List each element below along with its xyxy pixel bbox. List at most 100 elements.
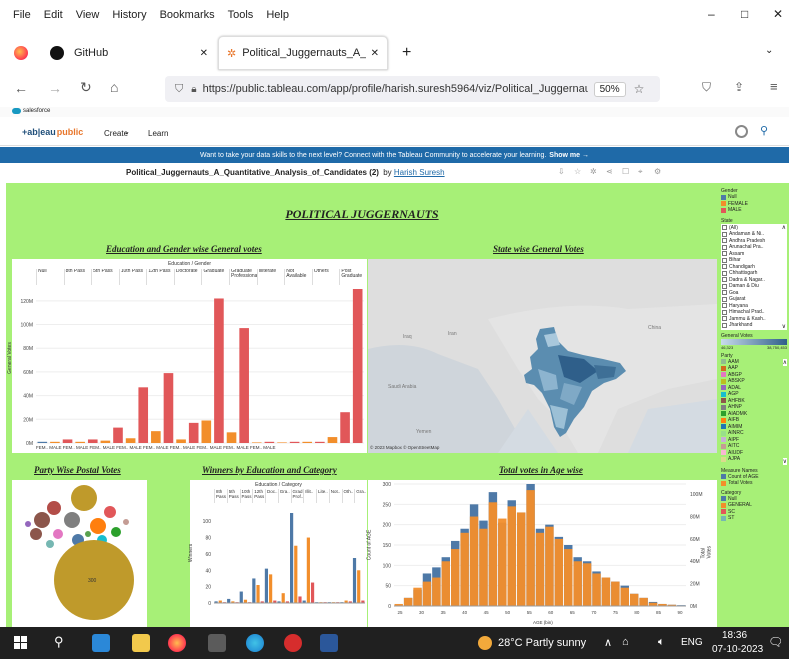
minimize-button[interactable]: –: [708, 7, 715, 21]
menu-help[interactable]: Help: [262, 9, 293, 21]
edu-bar[interactable]: [75, 441, 85, 443]
party-legend-item[interactable]: ABSKP: [721, 378, 747, 385]
edu-bar[interactable]: [113, 427, 123, 443]
winners-bar[interactable]: [269, 574, 273, 603]
banner-link[interactable]: Show me →: [549, 152, 589, 159]
p-app-icon[interactable]: [284, 634, 302, 652]
bookmark-star-icon[interactable]: ☆: [634, 82, 645, 96]
notification-icon[interactable]: 🗨︎: [768, 635, 783, 649]
hamburger-menu-icon[interactable]: ≡: [770, 79, 778, 94]
age-bar-votes[interactable]: [441, 561, 451, 606]
checkbox-icon[interactable]: [722, 264, 727, 270]
winners-bar-chart[interactable]: 0 20 40 60 80 100: [190, 503, 367, 627]
education-gender-bar-chart[interactable]: 0M 20M 40M 60M 80M 100M 120M: [12, 285, 367, 453]
edu-bar[interactable]: [62, 439, 73, 443]
age-bar-votes[interactable]: [488, 502, 498, 606]
age-bar-votes[interactable]: [582, 563, 592, 606]
fullscreen-icon[interactable]: ⌖: [638, 167, 643, 177]
close-window-button[interactable]: ✕: [773, 7, 783, 21]
age-bar-votes[interactable]: [573, 561, 582, 606]
tab-list-icon[interactable]: ⌄: [765, 45, 773, 56]
checkbox-icon[interactable]: [722, 290, 727, 296]
reload-icon[interactable]: ↻: [80, 79, 92, 96]
menu-tools[interactable]: Tools: [224, 9, 258, 21]
menu-file[interactable]: File: [9, 9, 35, 21]
salesforce-bookmark[interactable]: salesforce: [12, 108, 50, 114]
age-bar-votes[interactable]: [620, 587, 629, 606]
state-filter-item[interactable]: Andhra Pradesh: [722, 238, 766, 245]
age-bar-votes[interactable]: [451, 549, 460, 606]
tray-chevron-icon[interactable]: ∧: [604, 636, 612, 649]
age-bar-votes[interactable]: [403, 597, 413, 606]
party-legend-item[interactable]: AINRC: [721, 430, 747, 437]
tray-language[interactable]: ENG: [681, 637, 703, 648]
age-bar-votes[interactable]: [432, 577, 441, 606]
winners-bar[interactable]: [290, 513, 294, 603]
lock-icon[interactable]: 🔒︎: [191, 84, 196, 95]
age-bar-votes[interactable]: [516, 512, 526, 606]
age-bar-votes[interactable]: [601, 577, 611, 606]
winners-bar[interactable]: [264, 568, 269, 603]
checkbox-icon[interactable]: [722, 257, 727, 263]
checkbox-icon[interactable]: [722, 231, 727, 237]
category-legend[interactable]: Null GENERAL SC ST: [721, 496, 787, 522]
checkbox-icon[interactable]: [722, 277, 727, 283]
favorite-icon[interactable]: ☆: [574, 167, 581, 176]
tray-network-icon[interactable]: ⌂: [622, 636, 629, 648]
edu-bar[interactable]: [151, 431, 161, 443]
winners-bar[interactable]: [352, 558, 357, 603]
store-icon[interactable]: [208, 634, 226, 652]
edu-bar[interactable]: [176, 439, 186, 443]
party-legend-item[interactable]: AIADMK: [721, 411, 747, 418]
scroll-down-icon[interactable]: ∨: [782, 323, 786, 330]
edu-bar[interactable]: [138, 387, 149, 443]
gender-legend[interactable]: Null FEMALE MALE: [721, 194, 787, 214]
winners-bar[interactable]: [281, 593, 285, 603]
age-bar-votes[interactable]: [469, 516, 479, 606]
checkbox-icon[interactable]: [722, 296, 727, 302]
measure-legend[interactable]: Count of AGE Total Votes: [721, 474, 787, 487]
party-scroll-up-icon[interactable]: ∧: [782, 358, 787, 366]
party-legend[interactable]: AAM AAP ABGP ABSKP ADAL AGP AHFBK AHNP AIADMK AIF…: [721, 358, 787, 465]
edu-bar[interactable]: [163, 373, 174, 443]
mail-icon[interactable]: [92, 634, 110, 652]
age-bar-votes[interactable]: [639, 597, 648, 606]
home-icon[interactable]: ⌂: [110, 79, 118, 95]
download-icon[interactable]: ⇩: [558, 167, 565, 176]
windows-start-icon[interactable]: [14, 636, 27, 649]
edge-icon[interactable]: [246, 634, 264, 652]
checkbox-icon[interactable]: [722, 283, 727, 289]
party-postal-bubble-chart[interactable]: [12, 480, 147, 627]
edu-bar[interactable]: [352, 289, 363, 443]
state-filter-item[interactable]: Jammu & Kash..: [722, 316, 766, 323]
avatar-icon[interactable]: [735, 125, 748, 138]
tab-political-close-icon[interactable]: ✕: [371, 48, 379, 59]
age-bar-votes[interactable]: [564, 549, 573, 606]
state-filter[interactable]: (All) Andaman & Ni.. Andhra Pradesh Arunach…: [721, 223, 787, 330]
nav-learn[interactable]: Learn: [148, 129, 168, 138]
share-icon[interactable]: ⇪: [734, 80, 744, 94]
tab-github[interactable]: GitHub ✕: [40, 36, 216, 70]
winners-bar[interactable]: [298, 596, 302, 603]
gear-icon[interactable]: ⚙: [654, 167, 661, 176]
menu-history[interactable]: History: [108, 9, 150, 21]
edu-bar[interactable]: [201, 420, 212, 443]
checkbox-icon[interactable]: [722, 316, 727, 322]
file-explorer-icon[interactable]: [132, 634, 150, 652]
url-bar[interactable]: ⛉ 🔒︎ https://public.tableau.com/app/prof…: [165, 76, 660, 102]
clock-date[interactable]: 07-10-2023: [712, 644, 763, 655]
settings-icon[interactable]: ✲: [590, 167, 597, 176]
checkbox-icon[interactable]: [722, 303, 727, 309]
age-bar-votes[interactable]: [535, 532, 545, 606]
tab-github-close-icon[interactable]: ✕: [200, 48, 208, 59]
age-bar-votes[interactable]: [611, 581, 620, 606]
maximize-button[interactable]: □: [741, 7, 748, 21]
word-icon[interactable]: [320, 634, 338, 652]
checkbox-icon[interactable]: [722, 251, 727, 257]
age-bar-votes[interactable]: [479, 528, 488, 606]
winners-bar[interactable]: [227, 598, 231, 603]
edu-bar[interactable]: [100, 440, 111, 443]
party-legend-item[interactable]: AJPA: [721, 456, 747, 463]
winners-bar[interactable]: [357, 570, 361, 603]
checkbox-icon[interactable]: [722, 270, 727, 276]
